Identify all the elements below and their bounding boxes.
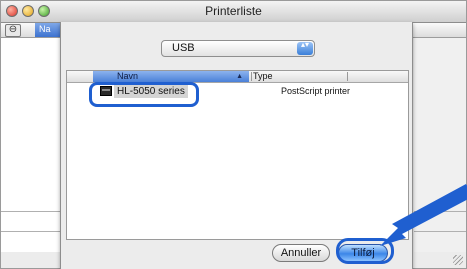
popup-value: USB — [172, 42, 195, 54]
printer-type: PostScript printer — [281, 86, 351, 96]
collapse-icon[interactable]: ⊖ — [5, 24, 21, 37]
column-divider — [347, 72, 348, 81]
column-divider — [251, 72, 252, 81]
divider — [1, 211, 61, 212]
column-header-name-label: Navn — [117, 71, 139, 81]
divider — [1, 231, 61, 232]
highlight-selected-printer — [89, 82, 199, 107]
title-bar: Printerliste — [1, 1, 466, 23]
background-name-column[interactable]: Na — [35, 23, 61, 37]
arrow-shape — [380, 184, 467, 246]
add-printer-sheet: USB ▴▾ Navn ▲ Type HL-5050 series PostSc… — [60, 22, 413, 269]
cancel-button[interactable]: Annuller — [272, 244, 330, 262]
window-title: Printerliste — [205, 4, 262, 18]
sort-ascending-icon: ▲ — [236, 73, 243, 80]
column-header-type[interactable]: Type — [253, 71, 273, 82]
pointer-arrow-icon — [380, 184, 467, 246]
popup-arrows-icon: ▴▾ — [297, 41, 313, 55]
connection-type-popup[interactable]: USB ▴▾ — [161, 40, 315, 57]
column-header-name[interactable]: Navn ▲ — [93, 71, 249, 82]
background-list — [1, 38, 62, 252]
